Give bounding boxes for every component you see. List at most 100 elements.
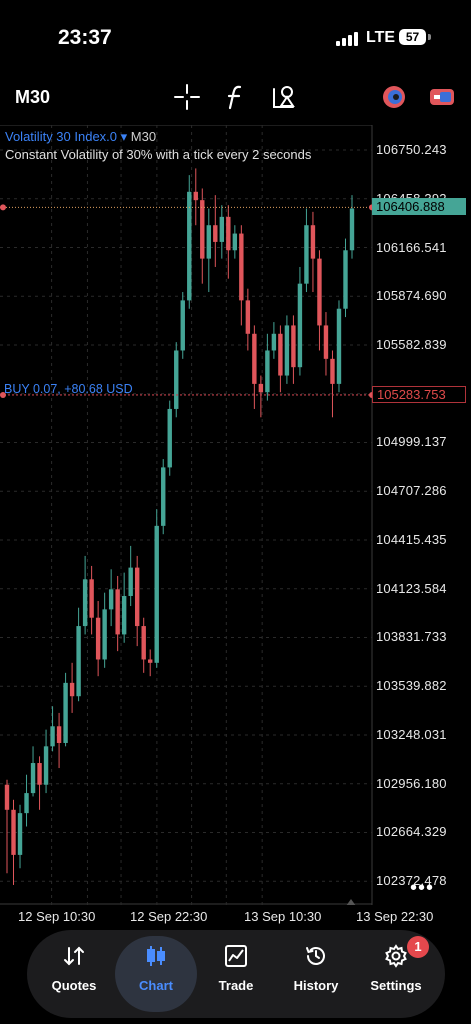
open-position-label[interactable]: BUY 0.07, +80.68 USD (4, 382, 133, 396)
candle-body (343, 250, 348, 309)
candle-body (232, 233, 238, 251)
status-bar: 23:37 LTE 57 (0, 0, 471, 70)
candle-body (4, 784, 10, 810)
nav-history[interactable]: History (275, 936, 357, 1012)
nav-settings[interactable]: 1 Settings (355, 936, 437, 1012)
candle-body (317, 258, 322, 326)
signal-icon (336, 32, 358, 46)
trade-icon (225, 945, 247, 967)
indicators-icon[interactable] (222, 83, 250, 111)
price-tick-label: 104415.435 (376, 531, 447, 547)
nav-label: History (293, 978, 339, 993)
battery-tip (428, 34, 431, 40)
price-chart[interactable]: Volatility 30 Index.0 ▾ M30 Constant Vol… (0, 125, 471, 905)
price-tick-label: 102956.180 (376, 775, 447, 791)
price-tick-label: 105874.690 (376, 288, 447, 304)
candle-body (69, 682, 75, 697)
price-tick-label: 106750.243 (376, 142, 447, 157)
nav-quotes[interactable]: Quotes (33, 936, 115, 1012)
candle-body (180, 300, 185, 351)
candle-body (141, 626, 146, 660)
candle-body (271, 333, 277, 351)
price-tick-label: 103539.882 (376, 678, 447, 694)
objects-icon[interactable] (271, 83, 299, 111)
nav-label: Chart (139, 978, 173, 993)
nav-label: Trade (218, 978, 254, 993)
candle-body (310, 225, 316, 259)
nav-label: Quotes (51, 978, 97, 993)
battery-icon: 57 (399, 29, 426, 45)
crosshair-icon[interactable] (173, 83, 201, 111)
candle-body (213, 225, 218, 242)
nav-chart[interactable]: Chart (115, 936, 197, 1012)
candle-body (108, 589, 114, 610)
candle-body (304, 225, 309, 284)
candle-body (11, 809, 16, 855)
price-tick-label: 102664.329 (376, 824, 447, 840)
time-label: 12 Sep 22:30 (130, 909, 208, 924)
candle-body (50, 726, 55, 747)
time-label: 13 Sep 10:30 (244, 909, 322, 924)
candle-body (30, 763, 36, 794)
price-tick-label: 103831.733 (376, 629, 447, 645)
candle-body (278, 333, 283, 376)
more-icon[interactable]: ••• (410, 877, 434, 900)
timeframe-button[interactable]: M30 (15, 87, 50, 108)
candle-body (167, 408, 172, 468)
symbol-description: Constant Volatility of 30% with a tick e… (5, 147, 312, 162)
candle-body (187, 191, 192, 301)
symbol-name: Volatility 30 Index.0 (5, 129, 118, 144)
price-tick-label: 105582.839 (376, 336, 447, 352)
candle-body (82, 579, 88, 627)
candle-body (37, 763, 42, 785)
price-line-handle[interactable] (0, 204, 6, 211)
chart-toolbar: M30 (0, 75, 471, 123)
price-tick-label: 104999.137 (376, 434, 447, 450)
candle-body (291, 325, 296, 368)
current-price-label: 106406.888 (372, 198, 466, 216)
candle-body (258, 383, 264, 393)
settings-icon (385, 944, 407, 968)
candle-body (76, 626, 81, 697)
symbol-dropdown-icon: ▾ (120, 129, 131, 144)
network-type: LTE (366, 29, 396, 46)
status-time: 23:37 (58, 26, 112, 49)
candle-body (17, 813, 23, 855)
nav-label: Settings (370, 978, 422, 993)
price-tick-label: 104123.584 (376, 580, 447, 596)
price-tick-label: 103248.031 (376, 726, 447, 742)
candle-body (89, 579, 94, 618)
candle-body (252, 333, 257, 384)
symbol-info: Volatility 30 Index.0 ▾ M30 (5, 129, 156, 145)
one-click-trading-icon[interactable] (428, 83, 456, 111)
trade-mode-icon[interactable] (380, 83, 408, 111)
candle-body (121, 596, 127, 635)
time-label: 13 Sep 22:30 (356, 909, 434, 924)
candle-body (239, 233, 244, 301)
candle-body (265, 350, 270, 393)
notification-badge: 1 (407, 936, 429, 958)
candle-body (336, 308, 342, 384)
quotes-icon (64, 946, 84, 966)
candle-body (128, 567, 133, 597)
candle-body (284, 325, 290, 376)
candle-body (63, 682, 68, 743)
candle-body (226, 216, 231, 251)
candle-body (245, 300, 251, 334)
time-axis: 12 Sep 10:30 12 Sep 22:30 13 Sep 10:30 1… (0, 905, 471, 927)
candle-body (200, 200, 205, 259)
candle-body (219, 216, 225, 242)
price-tick-label: 106166.541 (376, 239, 447, 255)
candle-body (297, 283, 303, 368)
candle-body (134, 567, 140, 627)
nav-trade[interactable]: Trade (195, 936, 277, 1012)
candle-body (161, 467, 166, 526)
candle-body (43, 746, 49, 785)
symbol-timeframe: M30 (130, 129, 157, 144)
candle-body (102, 609, 107, 660)
candle-body (148, 659, 153, 663)
candle-body (330, 358, 335, 384)
candle-body (206, 225, 211, 259)
candle-body (193, 191, 198, 201)
time-label: 12 Sep 10:30 (18, 909, 96, 924)
